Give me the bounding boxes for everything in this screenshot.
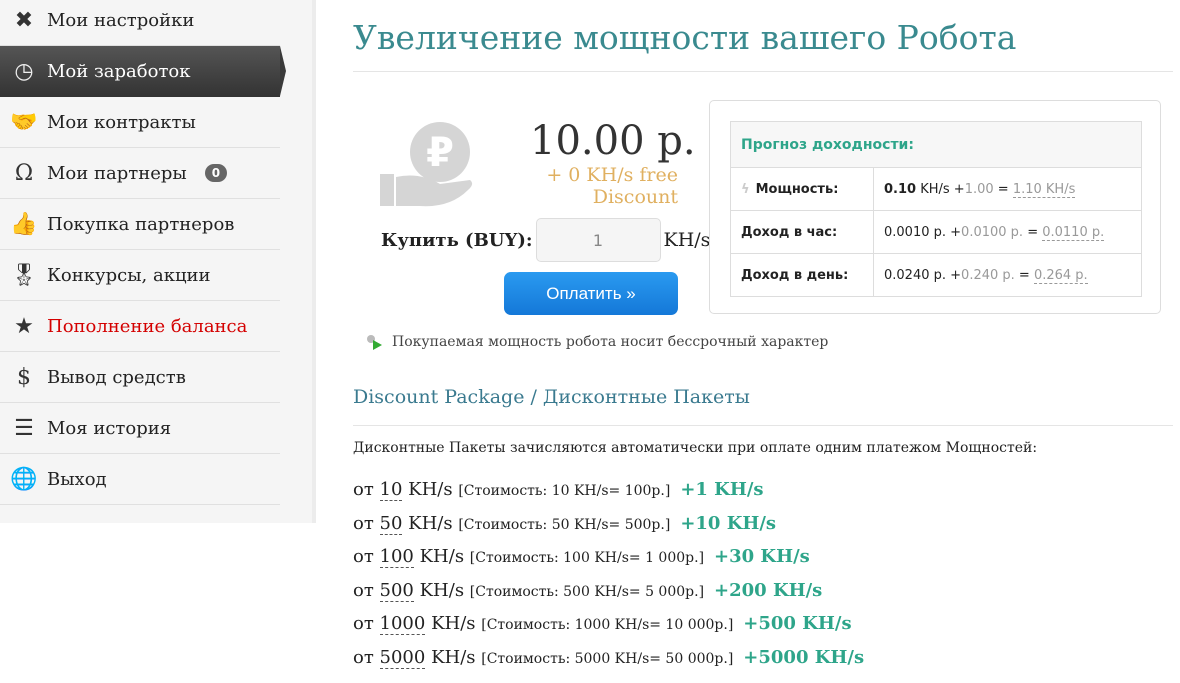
package-item: от 50 KH/s [Стоимость: 50 KH/s= 500р.] +1…: [353, 512, 777, 535]
package-bonus: +10 KH/s: [680, 512, 777, 534]
globe-icon: 🌐: [10, 466, 38, 492]
package-cost: [Стоимость: 100 KH/s= 1 000р.]: [469, 550, 705, 566]
package-unit: KH/s: [402, 479, 459, 500]
lightning-icon: ϟ: [741, 181, 750, 197]
sidebar-item-settings[interactable]: ✖ Мои настройки: [0, 0, 280, 46]
package-amount: 5000: [379, 646, 426, 669]
clock-icon: ◷: [14, 59, 34, 84]
package-item: от 500 KH/s [Стоимость: 500 KH/s= 5 000р…: [353, 579, 823, 602]
package-prefix: от: [353, 613, 380, 634]
tools-icon: ✖: [14, 7, 34, 33]
package-unit: KH/s: [413, 546, 470, 567]
price: 10.00 р.: [530, 118, 696, 164]
forecast-table: Прогноз доходности: ϟ Мощность: 0.10 KH/s …: [730, 121, 1142, 297]
svg-text:₽: ₽: [426, 130, 454, 176]
partners-icon: Ω: [14, 160, 34, 186]
sidebar-item-contracts[interactable]: 🤝 Мои контракты: [0, 97, 280, 148]
package-item: от 5000 KH/s [Стоимость: 5000 KH/s= 50 0…: [353, 646, 865, 669]
quantity-input[interactable]: [535, 218, 661, 262]
buy-label: Купить (BUY):: [381, 229, 533, 251]
package-cost: [Стоимость: 5000 KH/s= 50 000р.]: [481, 650, 734, 667]
handshake-icon: 🤝: [10, 109, 38, 135]
unit-label: KH/s: [663, 229, 711, 251]
sidebar-item-buy-partners[interactable]: 👍 Покупка партнеров: [0, 199, 280, 250]
package-amount: 10: [379, 479, 403, 501]
sidebar-nav: ✖ Мои настройки ◷ Мой заработок 🤝 Мои контр…: [0, 0, 286, 505]
dollar-icon: $: [17, 364, 31, 390]
package-unit: KH/s: [402, 512, 459, 534]
sidebar-item-partners[interactable]: Ω Мои партнеры 0: [0, 148, 280, 199]
package-bonus: +5000 KH/s: [743, 646, 865, 668]
package-cost: [Стоимость: 10 KH/s= 100р.]: [458, 483, 671, 499]
robot-power-icon: [365, 334, 383, 350]
packages-intro: Дисконтные Пакеты зачисляются автоматиче…: [353, 440, 1038, 456]
sidebar-item-top-up[interactable]: ★ Пополнение баланса: [0, 301, 280, 352]
package-cost: [Стоимость: 1000 KH/s= 10 000р.]: [481, 617, 734, 633]
package-amount: 500: [379, 579, 414, 602]
forecast-title: Прогноз доходности:: [730, 121, 1142, 168]
main-content: Увеличение мощности вашего Робота ₽ 10.0…: [353, 0, 1173, 669]
package-bonus: +30 KH/s: [714, 546, 810, 567]
partners-count-badge: 0: [204, 164, 228, 182]
package-unit: KH/s: [425, 646, 482, 668]
package-prefix: от: [353, 479, 380, 500]
table-row: ϟ Мощность: 0.10 KH/s +1.00 = 1.10 KH/s: [730, 167, 1142, 211]
package-prefix: от: [353, 546, 380, 567]
pay-button[interactable]: Оплатить »: [504, 272, 678, 315]
package-unit: KH/s: [425, 613, 482, 634]
award-icon: 🎖: [10, 262, 38, 288]
star-icon: ★: [14, 313, 34, 339]
sidebar: ✖ Мои настройки ◷ Мой заработок 🤝 Мои контр…: [0, 0, 316, 523]
sidebar-item-earnings[interactable]: ◷ Мой заработок: [0, 46, 286, 97]
package-prefix: от: [353, 646, 380, 668]
page-title: Увеличение мощности вашего Робота: [353, 18, 1173, 72]
perpetual-note: Покупаемая мощность робота носит бессроч…: [365, 334, 828, 350]
package-amount: 100: [379, 546, 414, 568]
forecast-panel: Прогноз доходности: ϟ Мощность: 0.10 KH/s …: [709, 100, 1161, 314]
package-item: от 1000 KH/s [Стоимость: 1000 KH/s= 10 0…: [353, 613, 852, 635]
packages-title: Discount Package / Дисконтные Пакеты: [353, 386, 1173, 426]
package-unit: KH/s: [413, 579, 470, 601]
package-bonus: +1 KH/s: [680, 479, 764, 500]
package-prefix: от: [353, 579, 380, 601]
package-cost: [Стоимость: 50 KH/s= 500р.]: [458, 516, 671, 533]
package-bonus: +500 KH/s: [743, 613, 852, 634]
table-row: Доход в час: 0.0010 р. +0.0100 р. = 0.011…: [730, 210, 1142, 254]
sidebar-item-withdraw[interactable]: $ Вывод средств: [0, 352, 280, 403]
free-discount: + 0 KH/s free Discount: [546, 164, 678, 208]
package-amount: 1000: [379, 613, 426, 635]
sidebar-item-logout[interactable]: 🌐 Выход: [0, 454, 280, 505]
buy-row: Купить (BUY): KH/s: [381, 218, 710, 262]
package-amount: 50: [379, 512, 403, 535]
sidebar-item-history[interactable]: ☰ Моя история: [0, 403, 280, 454]
package-cost: [Стоимость: 500 KH/s= 5 000р.]: [469, 583, 705, 600]
thumbs-up-icon: 👍: [10, 211, 38, 237]
table-row: Доход в день: 0.0240 р. +0.240 р. = 0.264…: [730, 253, 1142, 297]
sidebar-item-contests[interactable]: 🎖 Конкурсы, акции: [0, 250, 280, 301]
package-item: от 100 KH/s [Стоимость: 100 KH/s= 1 000р…: [353, 546, 810, 568]
server-icon: ☰: [14, 415, 34, 441]
package-item: от 10 KH/s [Стоимость: 10 KH/s= 100р.] +1…: [353, 479, 764, 501]
package-prefix: от: [353, 512, 380, 534]
package-bonus: +200 KH/s: [714, 579, 823, 601]
